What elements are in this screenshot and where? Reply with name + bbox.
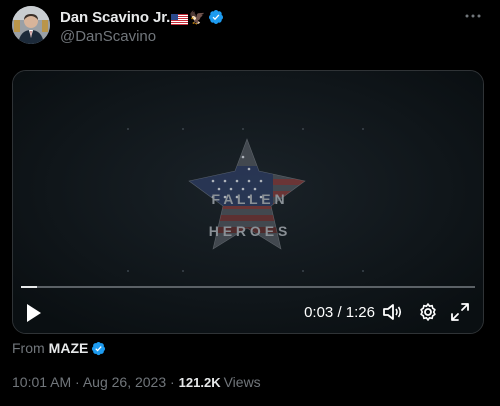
- video-source: From MAZE: [12, 339, 106, 357]
- play-icon[interactable]: [25, 302, 43, 324]
- tweet-header: Dan Scavino Jr. 🦅 @DanScavino: [12, 6, 488, 46]
- tweet-timestamp[interactable]: 10:01 AM · Aug 26, 2023 ·: [12, 374, 175, 390]
- from-label: From: [12, 340, 45, 356]
- video-controls: 0:03 / 1:26: [13, 293, 483, 333]
- verified-badge-icon[interactable]: [208, 9, 224, 25]
- source-brand-link[interactable]: MAZE: [49, 340, 89, 356]
- time-separator: /: [333, 304, 346, 321]
- current-time: 0:03: [304, 304, 334, 321]
- video-time: 0:03 / 1:26: [304, 304, 375, 321]
- video-title-line2: H E R O E S: [209, 223, 288, 239]
- settings-gear-icon[interactable]: [417, 301, 439, 323]
- video-player[interactable]: F A L L E N H E R O E S 0:03 / 1:26: [12, 70, 484, 334]
- us-flag-icon: [171, 12, 189, 25]
- user-handle[interactable]: @DanScavino: [60, 28, 156, 45]
- video-progress-fill: [21, 286, 37, 288]
- more-options-icon[interactable]: [462, 8, 484, 24]
- display-name[interactable]: Dan Scavino Jr.: [60, 9, 170, 26]
- volume-icon[interactable]: [381, 301, 403, 323]
- video-title-line1: F A L L E N: [211, 191, 284, 207]
- video-progress-bar[interactable]: [21, 286, 475, 288]
- duration: 1:26: [345, 304, 375, 321]
- avatar[interactable]: [12, 6, 50, 44]
- verified-badge-icon: [91, 341, 106, 356]
- views-label: Views: [223, 374, 261, 390]
- tweet-meta: 10:01 AM · Aug 26, 2023 · 121.2K Views: [12, 373, 261, 391]
- fullscreen-icon[interactable]: [449, 301, 471, 323]
- views-count: 121.2K: [178, 374, 221, 390]
- eagle-icon: 🦅: [189, 9, 206, 25]
